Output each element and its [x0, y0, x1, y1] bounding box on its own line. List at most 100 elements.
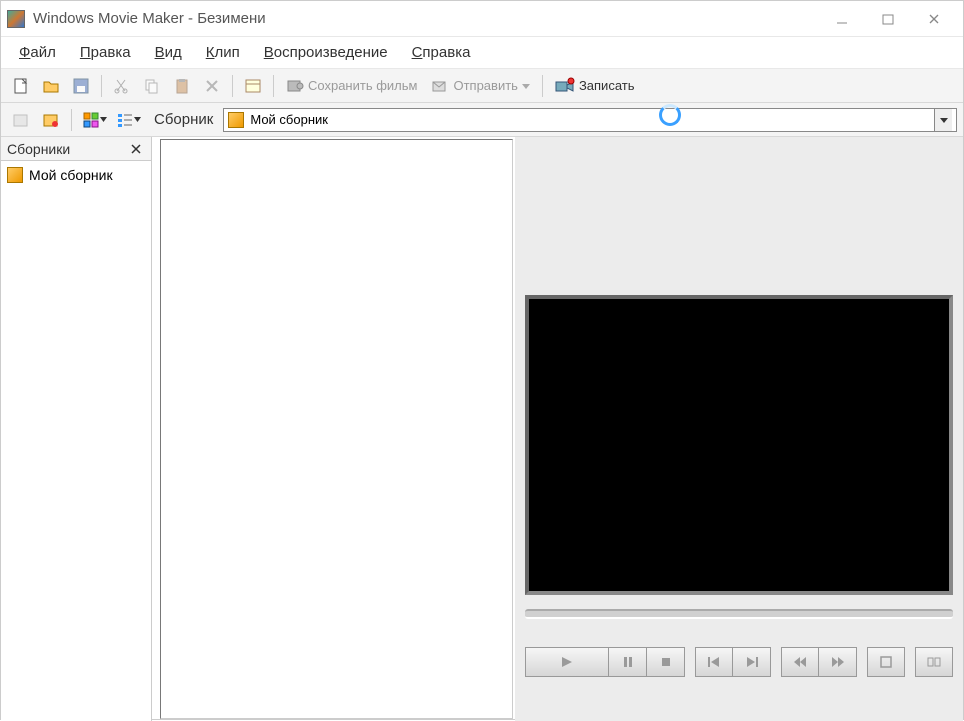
tree-item-label: Мой сборник [29, 167, 113, 183]
maximize-icon [882, 13, 894, 25]
collection-dropdown[interactable]: Мой сборник [223, 108, 957, 132]
narration-icon [42, 111, 60, 129]
separator [273, 75, 274, 97]
send-button[interactable]: Отправить [425, 73, 535, 99]
preview-controls [525, 647, 953, 677]
record-button[interactable]: Записать [549, 73, 641, 99]
separator [542, 75, 543, 97]
forward-button[interactable] [819, 647, 857, 677]
stop-button[interactable] [647, 647, 685, 677]
save-movie-button[interactable]: Сохранить фильм [280, 73, 423, 99]
collection-label: Сборник [146, 111, 221, 128]
tree-item-my-collection[interactable]: Мой сборник [3, 165, 149, 185]
chevron-down-icon [522, 82, 530, 90]
paste-button[interactable] [168, 73, 196, 99]
sidebar-title: Сборники [7, 141, 70, 157]
save-icon [72, 77, 90, 95]
collection-selected: Мой сборник [250, 112, 934, 127]
body: Сборники Мой сборник [1, 137, 963, 721]
sidebar-header: Сборники [1, 137, 151, 161]
cut-button[interactable] [108, 73, 136, 99]
pause-button[interactable] [609, 647, 647, 677]
new-collection-button[interactable] [7, 107, 35, 133]
menu-edit[interactable]: Правка [70, 40, 141, 65]
new-file-icon [12, 77, 30, 95]
menu-clip[interactable]: Клип [196, 40, 250, 65]
split-controls [915, 647, 953, 677]
chevron-down-icon [100, 116, 107, 123]
delete-button[interactable] [198, 73, 226, 99]
open-project-button[interactable] [37, 73, 65, 99]
menu-file[interactable]: Файл [9, 40, 66, 65]
record-narration-button[interactable] [37, 107, 65, 133]
close-icon [928, 13, 940, 25]
titlebar: Windows Movie Maker - Безимени [1, 1, 963, 37]
play-icon [559, 655, 575, 669]
menu-view[interactable]: Вид [145, 40, 192, 65]
prev-frame-icon [707, 656, 721, 668]
sidebar-tree[interactable]: Мой сборник [1, 161, 151, 721]
new-project-button[interactable] [7, 73, 35, 99]
minimize-button[interactable] [819, 4, 865, 34]
chevron-down-icon [940, 116, 948, 124]
play-controls [525, 647, 685, 677]
cut-icon [113, 77, 131, 95]
close-button[interactable] [911, 4, 957, 34]
delete-icon [203, 77, 221, 95]
copy-button[interactable] [138, 73, 166, 99]
fullscreen-icon [880, 656, 892, 668]
record-label: Записать [579, 78, 635, 93]
new-collection-icon [12, 111, 30, 129]
menu-playback[interactable]: Воспроизведение [254, 40, 398, 65]
preview-pane [515, 137, 963, 721]
separator [71, 109, 72, 131]
send-label: Отправить [453, 78, 517, 93]
next-frame-button[interactable] [733, 647, 771, 677]
misc-controls [867, 647, 905, 677]
minimize-icon [836, 13, 848, 25]
seek-bar[interactable] [525, 609, 953, 619]
save-project-button[interactable] [67, 73, 95, 99]
menubar: Файл Правка Вид Клип Воспроизведение Спр… [1, 37, 963, 69]
thumbnail-view-icon [82, 111, 100, 129]
split-clip-button[interactable] [915, 647, 953, 677]
preview-video[interactable] [525, 295, 953, 595]
properties-button[interactable] [239, 73, 267, 99]
separator [232, 75, 233, 97]
list-view-button[interactable] [112, 107, 144, 133]
save-movie-label: Сохранить фильм [308, 78, 417, 93]
next-frame-icon [745, 656, 759, 668]
paste-icon [173, 77, 191, 95]
collection-content-pane[interactable] [160, 139, 513, 719]
toolbar-main: Сохранить фильм Отправить Записать [1, 69, 963, 103]
properties-icon [244, 77, 262, 95]
window-title: Windows Movie Maker - Безимени [33, 10, 266, 27]
copy-icon [143, 77, 161, 95]
close-icon [131, 144, 141, 154]
fullscreen-button[interactable] [867, 647, 905, 677]
thumbnail-view-button[interactable] [78, 107, 110, 133]
record-camera-icon [555, 77, 575, 95]
send-icon [431, 77, 449, 95]
stop-icon [660, 656, 672, 668]
sidebar-collections: Сборники Мой сборник [1, 137, 152, 721]
menu-help[interactable]: Справка [402, 40, 481, 65]
back-icon [793, 656, 807, 668]
prev-frame-button[interactable] [695, 647, 733, 677]
save-movie-icon [286, 77, 304, 95]
maximize-button[interactable] [865, 4, 911, 34]
collection-folder-icon [7, 167, 23, 183]
separator [101, 75, 102, 97]
step-controls [695, 647, 771, 677]
forward-icon [831, 656, 845, 668]
toolbar-collections: Сборник Мой сборник [1, 103, 963, 137]
app-icon [7, 10, 25, 28]
sidebar-close-button[interactable] [127, 144, 145, 154]
busy-cursor-icon [659, 104, 681, 126]
list-view-icon [116, 111, 134, 129]
pause-icon [622, 656, 634, 668]
play-button[interactable] [525, 647, 609, 677]
dropdown-arrow[interactable] [934, 109, 952, 131]
back-button[interactable] [781, 647, 819, 677]
chevron-down-icon [134, 116, 141, 123]
